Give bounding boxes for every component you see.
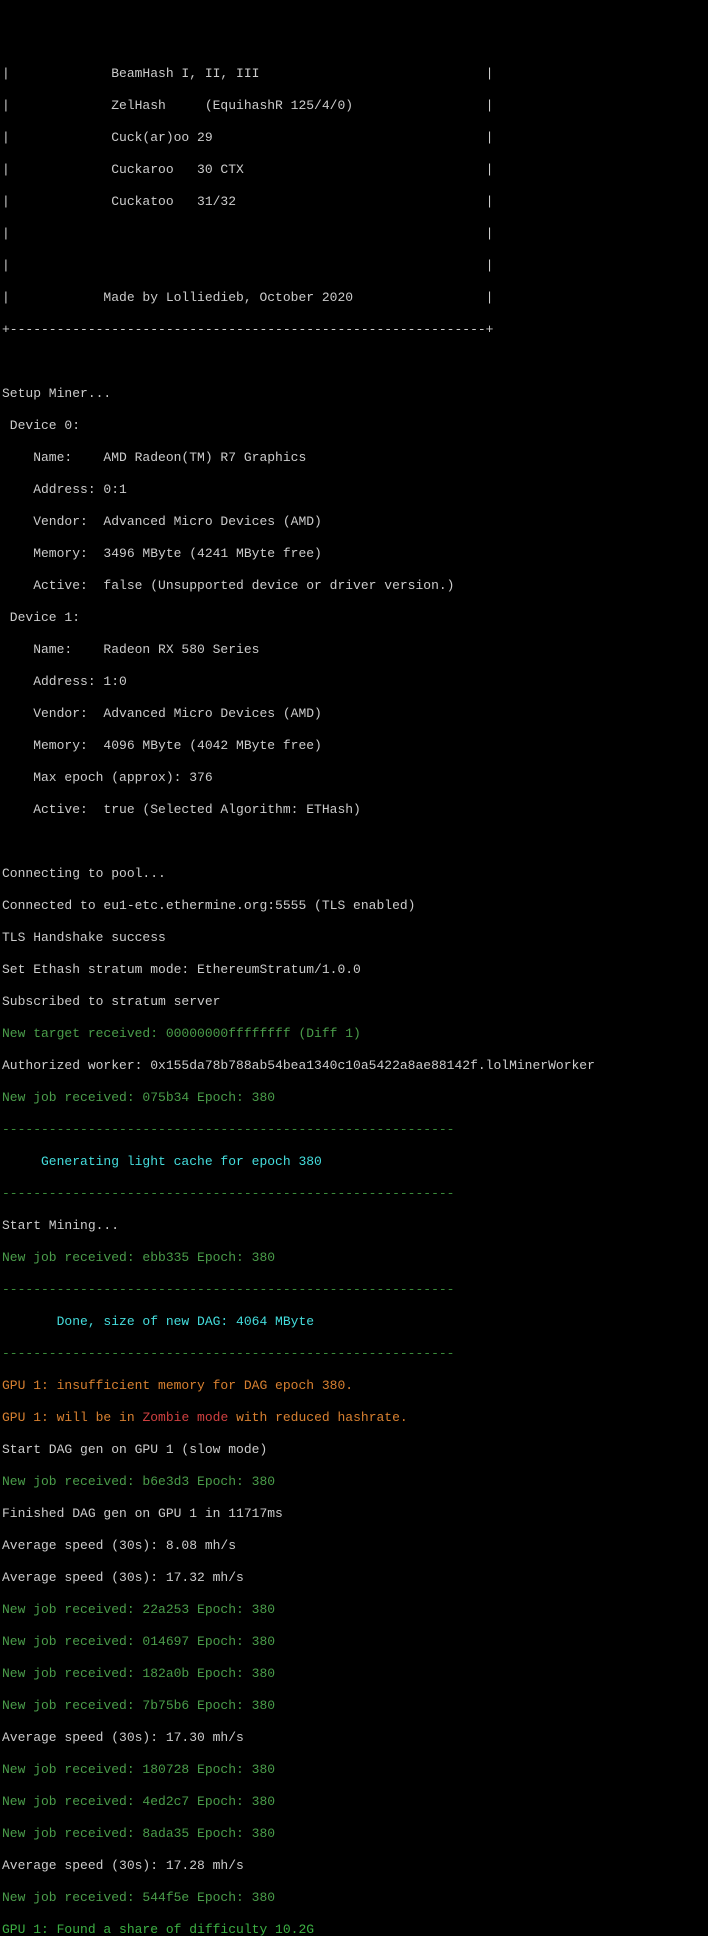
avg-speed-line: Average speed (30s): 17.32 mh/s — [2, 1570, 706, 1586]
device-0-header: Device 0: — [2, 418, 706, 434]
banner-line: | Cuck(ar)oo 29 | — [2, 130, 706, 146]
device-1-vendor: Vendor: Advanced Micro Devices (AMD) — [2, 706, 706, 722]
avg-speed-line: Average speed (30s): 17.28 mh/s — [2, 1858, 706, 1874]
start-mining-line: Start Mining... — [2, 1218, 706, 1234]
zombie-line: GPU 1: will be in Zombie mode with reduc… — [2, 1410, 706, 1426]
avg-speed-line: Average speed (30s): 17.30 mh/s — [2, 1730, 706, 1746]
dash-line: ----------------------------------------… — [2, 1186, 706, 1202]
dag-done-line: Done, size of new DAG: 4064 MByte — [2, 1314, 706, 1330]
connected-line: Connected to eu1-etc.ethermine.org:5555 … — [2, 898, 706, 914]
blank-line — [2, 834, 706, 850]
zombie-suffix: with reduced hashrate. — [228, 1410, 407, 1425]
job-line: New job received: 22a253 Epoch: 380 — [2, 1602, 706, 1618]
dash-line: ----------------------------------------… — [2, 1282, 706, 1298]
job-line: New job received: 180728 Epoch: 380 — [2, 1762, 706, 1778]
device-0-address: Address: 0:1 — [2, 482, 706, 498]
device-1-epoch: Max epoch (approx): 376 — [2, 770, 706, 786]
avg-speed-line: Average speed (30s): 8.08 mh/s — [2, 1538, 706, 1554]
device-0-memory: Memory: 3496 MByte (4241 MByte free) — [2, 546, 706, 562]
tls-line: TLS Handshake success — [2, 930, 706, 946]
dag-finish-line: Finished DAG gen on GPU 1 in 11717ms — [2, 1506, 706, 1522]
device-1-address: Address: 1:0 — [2, 674, 706, 690]
banner-line: | Cuckatoo 31/32 | — [2, 194, 706, 210]
device-1-header: Device 1: — [2, 610, 706, 626]
device-0-name: Name: AMD Radeon(TM) R7 Graphics — [2, 450, 706, 466]
zombie-mode-text: Zombie mode — [142, 1410, 228, 1425]
subscribed-line: Subscribed to stratum server — [2, 994, 706, 1010]
dag-start-line: Start DAG gen on GPU 1 (slow mode) — [2, 1442, 706, 1458]
banner-line: | | — [2, 226, 706, 242]
job-line: New job received: 8ada35 Epoch: 380 — [2, 1826, 706, 1842]
banner-line: | Made by Lolliedieb, October 2020 | — [2, 290, 706, 306]
device-1-active: Active: true (Selected Algorithm: ETHash… — [2, 802, 706, 818]
authorized-line: Authorized worker: 0x155da78b788ab54bea1… — [2, 1058, 706, 1074]
banner-line: | | — [2, 258, 706, 274]
job-line: New job received: 182a0b Epoch: 380 — [2, 1666, 706, 1682]
device-0-vendor: Vendor: Advanced Micro Devices (AMD) — [2, 514, 706, 530]
banner-line: +---------------------------------------… — [2, 322, 706, 338]
banner-line: | Cuckaroo 30 CTX | — [2, 162, 706, 178]
share-found-line: GPU 1: Found a share of difficulty 10.2G — [2, 1922, 706, 1936]
job-line: New job received: 014697 Epoch: 380 — [2, 1634, 706, 1650]
zombie-prefix: GPU 1: will be in — [2, 1410, 142, 1425]
connecting-line: Connecting to pool... — [2, 866, 706, 882]
device-1-name: Name: Radeon RX 580 Series — [2, 642, 706, 658]
target-line: New target received: 00000000ffffffff (D… — [2, 1026, 706, 1042]
cache-gen-line: Generating light cache for epoch 380 — [2, 1154, 706, 1170]
dash-line: ----------------------------------------… — [2, 1346, 706, 1362]
device-0-active: Active: false (Unsupported device or dri… — [2, 578, 706, 594]
job-line: New job received: 4ed2c7 Epoch: 380 — [2, 1794, 706, 1810]
device-1-memory: Memory: 4096 MByte (4042 MByte free) — [2, 738, 706, 754]
gpu-insufficient-line: GPU 1: insufficient memory for DAG epoch… — [2, 1378, 706, 1394]
job-line: New job received: 7b75b6 Epoch: 380 — [2, 1698, 706, 1714]
setup-title: Setup Miner... — [2, 386, 706, 402]
stratum-mode-line: Set Ethash stratum mode: EthereumStratum… — [2, 962, 706, 978]
job-line: New job received: 075b34 Epoch: 380 — [2, 1090, 706, 1106]
job-line: New job received: b6e3d3 Epoch: 380 — [2, 1474, 706, 1490]
blank-line — [2, 354, 706, 370]
job-line: New job received: ebb335 Epoch: 380 — [2, 1250, 706, 1266]
job-line: New job received: 544f5e Epoch: 380 — [2, 1890, 706, 1906]
banner-line: | BeamHash I, II, III | — [2, 66, 706, 82]
banner-line: | ZelHash (EquihashR 125/4/0) | — [2, 98, 706, 114]
dash-line: ----------------------------------------… — [2, 1122, 706, 1138]
